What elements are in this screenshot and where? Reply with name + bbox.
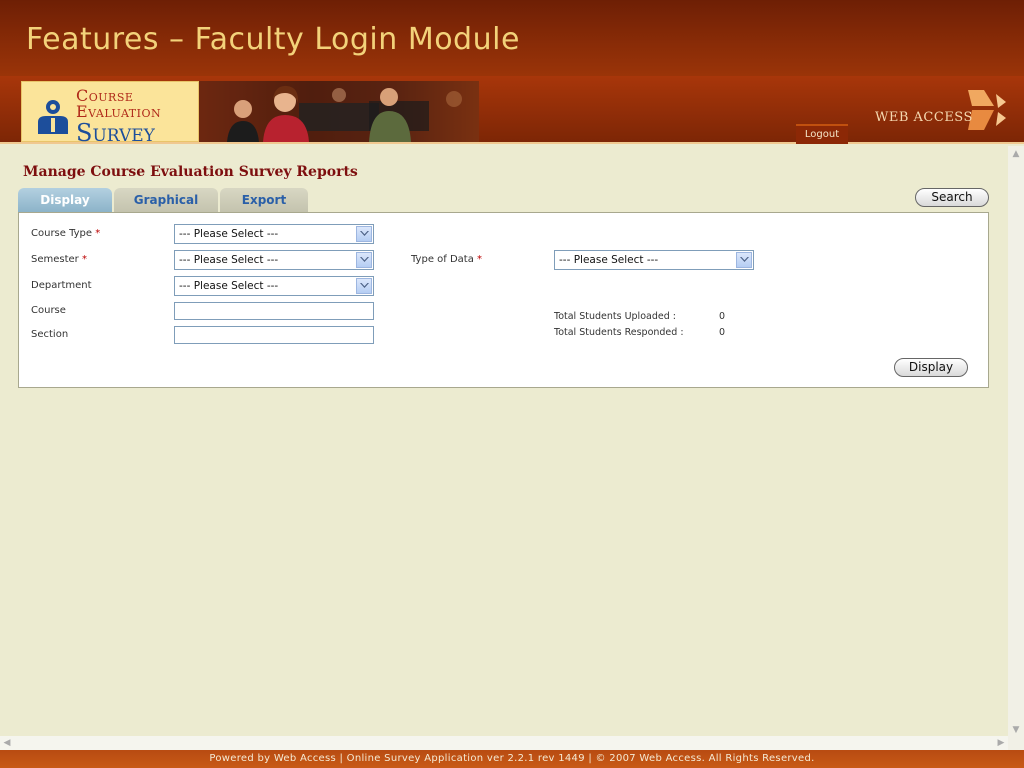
type-of-data-select[interactable]: --- Please Select --- (554, 250, 754, 270)
logout-button[interactable]: Logout (796, 124, 848, 144)
page-title: Manage Course Evaluation Survey Reports (23, 164, 358, 180)
course-label: Course (31, 305, 66, 316)
required-mark: * (95, 228, 101, 239)
section-label: Section (31, 329, 69, 340)
department-select[interactable]: --- Please Select --- (174, 276, 374, 296)
dropdown-arrow-icon (356, 226, 372, 242)
semester-select[interactable]: --- Please Select --- (174, 250, 374, 270)
course-type-select[interactable]: --- Please Select --- (174, 224, 374, 244)
responded-students-label: Total Students Responded : (554, 327, 684, 338)
slide-title: Features – Faculty Login Module (26, 22, 520, 57)
scroll-right-icon[interactable]: ▶ (994, 736, 1008, 750)
app-banner: Course Evaluation Survey Logout WEB ACCE… (0, 76, 1024, 147)
responded-students-value: 0 (719, 327, 726, 338)
course-type-label: Course Type * (31, 228, 101, 239)
tab-display[interactable]: Display (18, 188, 112, 212)
type-of-data-label: Type of Data * (411, 254, 483, 265)
horizontal-scrollbar[interactable]: ◀ ▶ (0, 736, 1008, 750)
uploaded-students-value: 0 (719, 311, 726, 322)
logo-line-evaluation: Evaluation (76, 102, 162, 121)
logo-line-survey: Survey (76, 119, 155, 147)
main-content: Manage Course Evaluation Survey Reports … (0, 146, 1008, 738)
search-button[interactable]: Search (915, 188, 989, 207)
course-evaluation-survey-logo: Course Evaluation Survey (21, 81, 199, 147)
students-photo (199, 81, 479, 142)
scroll-left-icon[interactable]: ◀ (0, 736, 14, 750)
vertical-scrollbar[interactable]: ▲ ▼ (1008, 146, 1024, 738)
required-mark: * (477, 254, 483, 265)
web-access-brand-text: WEB ACCESS (875, 110, 973, 125)
course-input[interactable] (174, 302, 374, 320)
tab-graphical[interactable]: Graphical (114, 188, 218, 212)
display-button[interactable]: Display (894, 358, 968, 377)
scrollbar-corner (1008, 736, 1024, 750)
report-filter-panel: Course Type * --- Please Select --- Seme… (18, 212, 989, 388)
tab-export[interactable]: Export (220, 188, 308, 212)
footer: Powered by Web Access | Online Survey Ap… (0, 750, 1024, 768)
dropdown-arrow-icon (736, 252, 752, 268)
section-input[interactable] (174, 326, 374, 344)
semester-label: Semester * (31, 254, 87, 265)
department-label: Department (31, 280, 92, 291)
dropdown-arrow-icon (356, 278, 372, 294)
uploaded-students-label: Total Students Uploaded : (554, 311, 676, 322)
dropdown-arrow-icon (356, 252, 372, 268)
scroll-up-icon[interactable]: ▲ (1008, 146, 1024, 162)
web-access-logo: WEB ACCESS (872, 88, 1012, 132)
person-logo-icon (38, 100, 68, 134)
slide-title-bar: Features – Faculty Login Module (0, 0, 1024, 76)
required-mark: * (81, 254, 87, 265)
